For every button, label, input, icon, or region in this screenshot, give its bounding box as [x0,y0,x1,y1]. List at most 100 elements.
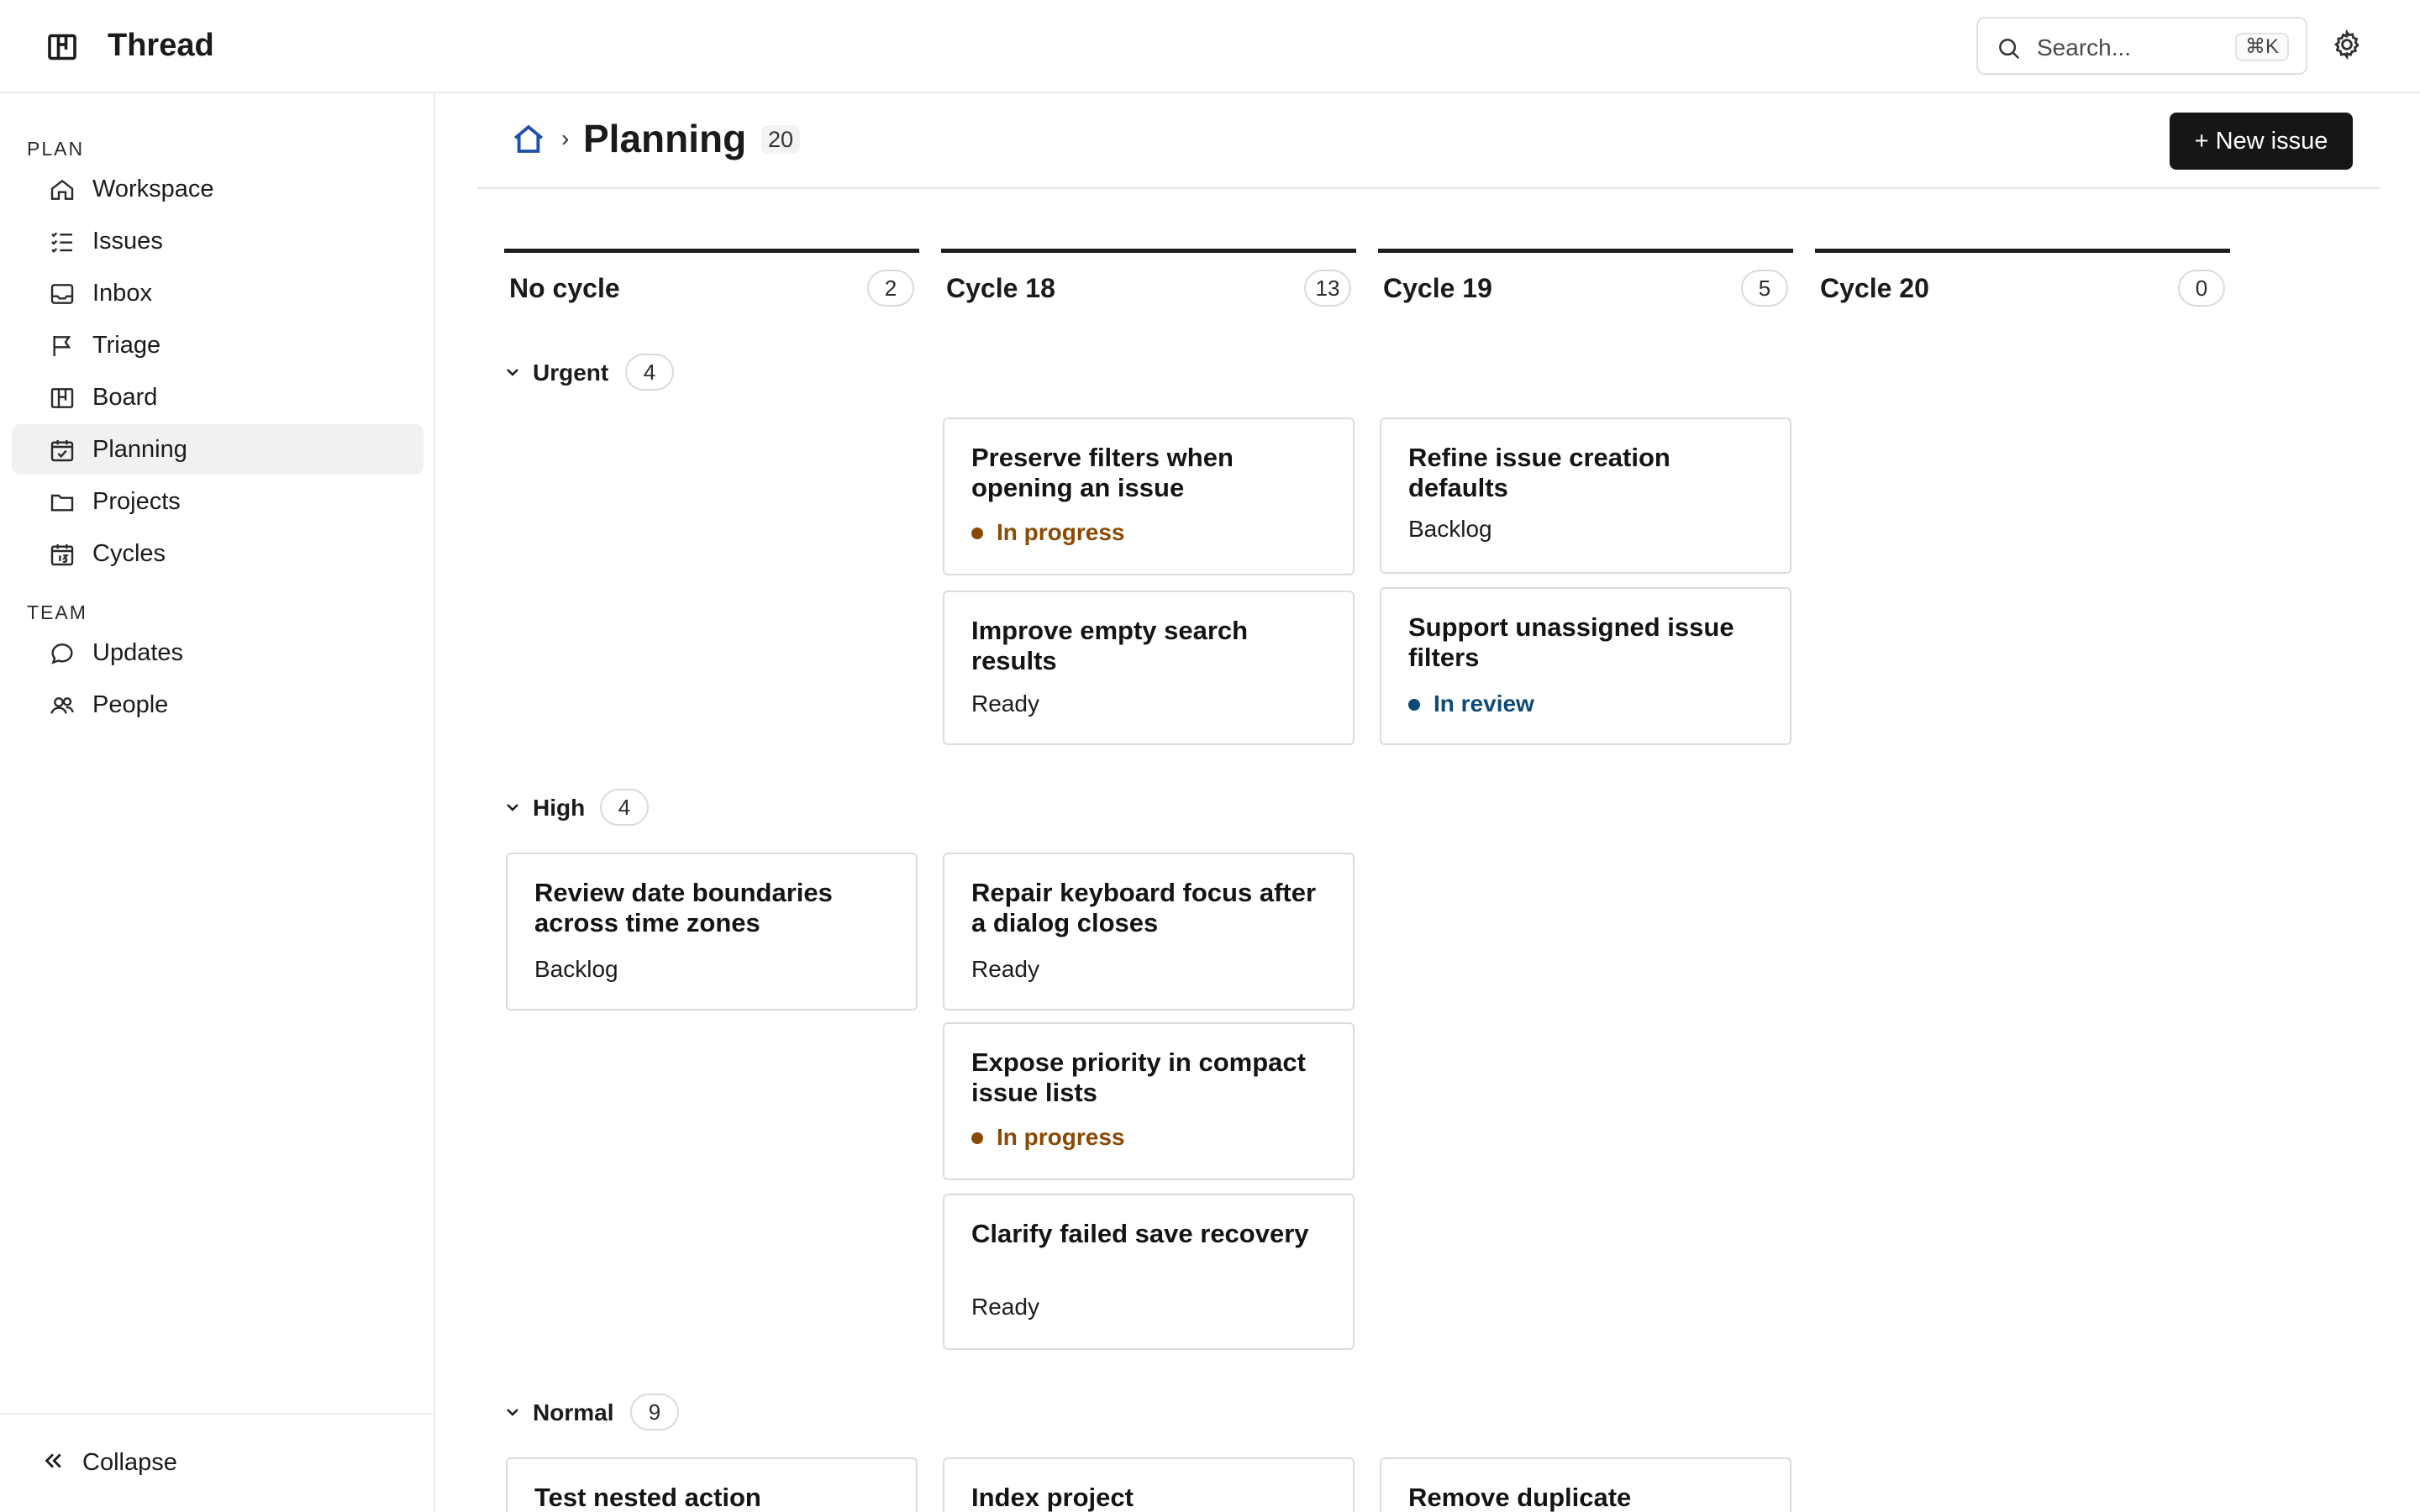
status-label: In review [1434,690,1534,717]
issue-card[interactable]: Review date boundaries across time zones… [506,853,918,1011]
column-title: Cycle 20 [1820,273,1929,303]
column-title: Cycle 19 [1383,273,1492,303]
search-input[interactable]: Search... ⌘K [1976,17,2307,75]
sidebar-section-plan: PLAN [27,138,85,160]
issue-card[interactable]: Clarify failed save recovery Ready [943,1194,1355,1350]
chevron-down-icon [507,369,518,376]
issue-card[interactable]: Support unassigned issue filters In revi… [1380,587,1791,745]
issue-card[interactable]: Remove duplicate [1380,1457,1791,1512]
column-count-badge: 13 [1304,270,1351,307]
sidebar-item-label: Cycles [92,540,166,567]
new-issue-button[interactable]: + New issue [2170,113,2353,170]
card-title: Expose priority in compact issue lists [971,1047,1306,1107]
card-title: Improve empty search results [971,616,1249,675]
sidebar-item-people[interactable]: People [12,680,424,730]
page-header: › Planning 20 + New issue [477,93,2380,189]
group-count-badge: 9 [630,1394,679,1431]
group-label: Urgent [533,360,609,386]
inbox-icon [50,284,74,304]
sidebar-item-label: Issues [92,228,163,255]
card-title: Remove duplicate [1408,1483,1632,1512]
sidebar-item-updates[interactable]: Updates [12,627,424,678]
status-dot-in-progress [971,528,983,539]
status-label: In progress [997,1124,1125,1150]
folder-icon [50,494,74,512]
card-status: In review [1408,690,1534,718]
sidebar-item-projects[interactable]: Projects [12,476,424,527]
issue-card[interactable]: Repair keyboard focus after a dialog clo… [943,853,1355,1011]
issue-card[interactable]: Improve empty search results Ready [943,591,1355,745]
search-icon [1999,39,2020,60]
status-dot-in-review [1408,699,1420,711]
group-header-normal[interactable]: Normal 9 [502,1394,805,1434]
search-shortcut-hint: ⌘K [2234,33,2289,61]
board-logo-icon [48,34,76,60]
sidebar-item-label: Board [92,384,158,411]
card-status: Ready [971,956,1039,982]
card-title: Repair keyboard focus after a dialog clo… [971,878,1317,937]
column-count-badge: 0 [2178,270,2225,307]
flag-icon [53,336,71,356]
card-title: Test nested action [534,1483,761,1512]
issue-card[interactable]: Expose priority in compact issue lists I… [943,1022,1355,1180]
sidebar-item-label: Inbox [92,280,152,307]
sidebar-item-label: Projects [92,488,181,515]
card-title: Preserve filters when opening an issue [971,443,1234,502]
board-icon [50,388,74,408]
group-label: Normal [533,1399,614,1425]
column-title: Cycle 18 [946,273,1055,303]
card-title: Clarify failed save recovery [971,1219,1309,1248]
breadcrumb-separator: › [561,125,570,151]
sidebar-item-issues[interactable]: Issues [12,216,424,266]
sidebar-item-cycles[interactable]: Cycles [12,528,424,579]
issue-card[interactable]: Refine issue creation defaults Backlog [1380,417,1791,574]
checklist-icon [51,232,72,254]
status-dot-in-progress [971,1132,983,1144]
card-status: In progress [971,1123,1124,1152]
issue-count-badge: 20 [761,125,801,154]
main-content: › Planning 20 + New issue No cycle 2 Cyc… [437,93,2420,1512]
collapse-label: Collapse [82,1449,177,1476]
group-header-urgent[interactable]: Urgent 4 [502,354,805,394]
sidebar-footer: Collapse [0,1413,434,1512]
sidebar-item-inbox[interactable]: Inbox [12,268,424,318]
gear-icon[interactable] [2331,29,2363,60]
card-title: Index project [971,1483,1134,1512]
card-title: Refine issue creation defaults [1408,443,1670,502]
issue-card[interactable]: Preserve filters when opening an issue I… [943,417,1355,575]
card-status: Ready [971,690,1039,717]
column-header-no-cycle[interactable]: No cycle 2 [504,249,919,316]
column-count-badge: 2 [867,270,914,307]
card-status: Ready [971,1294,1039,1320]
home-icon [50,179,74,200]
issue-card[interactable]: Test nested action [506,1457,918,1512]
page-title: Planning [583,117,747,160]
sidebar-item-planning[interactable]: Planning [12,424,424,475]
status-label: In progress [997,519,1125,545]
people-icon [50,697,74,714]
column-header-cycle-20[interactable]: Cycle 20 0 [1815,249,2230,316]
sidebar-item-board[interactable]: Board [12,372,424,423]
column-title: No cycle [509,273,620,303]
card-status: Backlog [1408,516,1492,542]
sidebar: PLAN Workspace Issues Inbox Triage Board [0,93,435,1512]
collapse-button[interactable]: Collapse [17,1433,269,1492]
group-header-high[interactable]: High 4 [502,789,788,829]
sidebar-item-label: Workspace [92,176,214,202]
column-header-cycle-18[interactable]: Cycle 18 13 [941,249,1356,316]
search-placeholder: Search... [2037,34,2132,60]
sidebar-item-label: Planning [92,436,187,463]
sidebar-item-workspace[interactable]: Workspace [12,164,424,214]
chat-bubble-icon [51,643,73,664]
sidebar-section-team: TEAM [27,601,87,623]
calendar-icon [50,544,74,566]
home-breadcrumb-icon[interactable] [511,122,546,157]
issue-card[interactable]: Index project [943,1457,1355,1512]
sidebar-item-triage[interactable]: Triage [12,320,424,370]
column-count-badge: 5 [1741,270,1788,307]
card-title: Support unassigned issue filters [1408,612,1734,672]
column-header-cycle-19[interactable]: Cycle 19 5 [1378,249,1793,316]
card-status: In progress [971,518,1124,547]
group-label: High [533,795,586,821]
sidebar-item-label: Updates [92,639,184,666]
